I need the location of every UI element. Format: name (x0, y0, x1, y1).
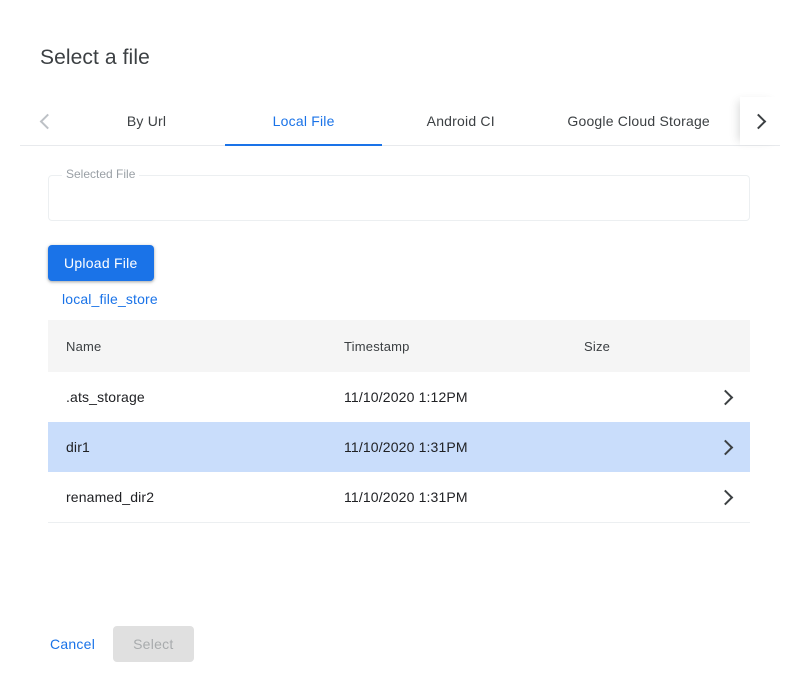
selected-file-label: Selected File (62, 166, 139, 182)
cell-timestamp: 11/10/2020 1:12PM (344, 389, 584, 405)
chevron-right-icon (717, 389, 733, 405)
tab-google-cloud-storage[interactable]: Google Cloud Storage (539, 97, 738, 145)
tab-label: Local File (273, 113, 335, 129)
column-header-size: Size (584, 339, 704, 354)
selected-file-field[interactable]: Selected File (48, 175, 750, 221)
cell-name: renamed_dir2 (48, 489, 344, 505)
table-header-row: Name Timestamp Size (48, 320, 750, 372)
cell-timestamp: 11/10/2020 1:31PM (344, 489, 584, 505)
tab-bar: By Url Local File Android CI Google Clou… (20, 97, 780, 146)
tabs-scroll-prev-button[interactable] (32, 97, 60, 145)
tab-list: By Url Local File Android CI Google Clou… (68, 97, 738, 145)
column-header-timestamp: Timestamp (344, 339, 584, 354)
column-header-name: Name (48, 339, 344, 354)
chevron-right-icon (751, 113, 767, 129)
cell-timestamp: 11/10/2020 1:31PM (344, 439, 584, 455)
table-row[interactable]: dir1 11/10/2020 1:31PM (48, 422, 750, 472)
cell-name: dir1 (48, 439, 344, 455)
cancel-button[interactable]: Cancel (40, 626, 105, 662)
dialog-title: Select a file (40, 44, 150, 72)
cell-name: .ats_storage (48, 389, 344, 405)
chevron-right-icon (717, 439, 733, 455)
table-row[interactable]: .ats_storage 11/10/2020 1:12PM (48, 372, 750, 422)
row-open-button[interactable] (704, 492, 750, 503)
tab-by-url[interactable]: By Url (68, 97, 225, 145)
tab-label: Android CI (427, 113, 495, 129)
tab-label: By Url (127, 113, 166, 129)
table-bottom-divider (48, 522, 750, 523)
upload-file-button[interactable]: Upload File (48, 245, 154, 281)
tab-android-ci[interactable]: Android CI (382, 97, 539, 145)
file-table: Name Timestamp Size .ats_storage 11/10/2… (48, 320, 750, 523)
breadcrumb-local-file-store[interactable]: local_file_store (62, 291, 158, 307)
select-button[interactable]: Select (113, 626, 193, 662)
tab-label: Google Cloud Storage (567, 113, 710, 129)
tabs-scroll-next-button[interactable] (740, 97, 780, 145)
dialog-actions: Cancel Select (40, 626, 194, 662)
row-open-button[interactable] (704, 442, 750, 453)
select-file-dialog: Select a file By Url Local File Android … (0, 0, 800, 686)
tab-local-file[interactable]: Local File (225, 97, 382, 145)
chevron-left-icon (40, 113, 56, 129)
row-open-button[interactable] (704, 392, 750, 403)
chevron-right-icon (717, 489, 733, 505)
table-row[interactable]: renamed_dir2 11/10/2020 1:31PM (48, 472, 750, 522)
selected-file-input[interactable] (62, 186, 738, 208)
